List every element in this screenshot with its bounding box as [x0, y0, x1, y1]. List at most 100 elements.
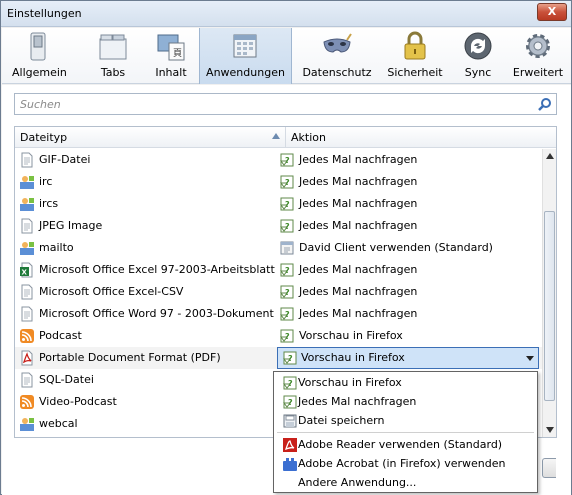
- action-cell: ? Jedes Mal nachfragen: [279, 281, 541, 303]
- menu-item-other-application[interactable]: Andere Anwendung...: [274, 473, 537, 492]
- column-header-action[interactable]: Aktion: [291, 131, 326, 144]
- tab-label: Sync: [464, 66, 492, 79]
- menu-separator: [277, 432, 534, 433]
- ask-icon: ?: [283, 395, 297, 409]
- svg-text:?: ?: [285, 332, 290, 341]
- scroll-down-icon[interactable]: [546, 427, 554, 433]
- table-row[interactable]: Podcast ? Vorschau in Firefox: [15, 325, 542, 347]
- ask-icon: ?: [280, 285, 294, 299]
- table-row[interactable]: ircs ? Jedes Mal nachfragen: [15, 193, 542, 215]
- menu-item-always-ask[interactable]: ? Jedes Mal nachfragen: [274, 392, 537, 411]
- menu-item-label: Andere Anwendung...: [298, 476, 417, 489]
- table-row-selected[interactable]: Portable Document Format (PDF) ? Vorscha…: [15, 347, 542, 369]
- column-divider[interactable]: [285, 127, 286, 148]
- action-cell: ? Jedes Mal nachfragen: [279, 171, 541, 193]
- mask-icon: [323, 33, 352, 53]
- table-row[interactable]: Microsoft Office Excel-CSV ? Jedes Mal n…: [15, 281, 542, 303]
- menu-item-adobe-reader[interactable]: Adobe Reader verwenden (Standard): [274, 435, 537, 454]
- menu-item-preview-firefox[interactable]: ? Vorschau in Firefox: [274, 373, 537, 392]
- table-row[interactable]: X Microsoft Office Excel 97-2003-Arbeits…: [15, 259, 542, 281]
- type-label: Microsoft Office Excel 97-2003-Arbeitsbl…: [39, 263, 275, 276]
- dialog-button[interactable]: [542, 458, 556, 478]
- type-cell: Microsoft Office Excel-CSV: [19, 281, 281, 303]
- rss-icon: [20, 395, 34, 409]
- tab-label: Tabs: [100, 66, 126, 79]
- menu-item-label: Jedes Mal nachfragen: [298, 395, 417, 408]
- table-row[interactable]: irc ? Jedes Mal nachfragen: [15, 171, 542, 193]
- save-icon: [283, 414, 297, 428]
- close-button[interactable]: X: [537, 3, 567, 21]
- vertical-scrollbar[interactable]: [542, 149, 556, 437]
- svg-text:X: X: [22, 269, 28, 277]
- search-input[interactable]: Suchen: [14, 93, 557, 115]
- table-row[interactable]: JPEG Image ? Jedes Mal nachfragen: [15, 215, 542, 237]
- svg-text:?: ?: [285, 222, 290, 231]
- pdf-icon: [21, 350, 33, 366]
- plugin-icon: [283, 458, 297, 471]
- app-icon: [280, 241, 294, 255]
- svg-text:?: ?: [285, 156, 290, 165]
- sort-ascending-icon: [272, 133, 280, 139]
- tab-erweitert[interactable]: Erweitert: [509, 28, 567, 84]
- ask-icon: ?: [280, 263, 294, 277]
- svg-text:?: ?: [285, 310, 290, 319]
- list-header: Dateityp Aktion: [15, 127, 556, 148]
- file-icon: [21, 218, 33, 234]
- table-row[interactable]: Microsoft Office Word 97 - 2003-Dokument…: [15, 303, 542, 325]
- menu-item-adobe-acrobat[interactable]: Adobe Acrobat (in Firefox) verwenden: [274, 454, 537, 473]
- type-cell: webcal: [19, 413, 281, 435]
- tab-allgemein[interactable]: Allgemein: [12, 28, 67, 84]
- ask-icon: ?: [280, 219, 294, 233]
- type-label: mailto: [39, 241, 74, 254]
- table-row[interactable]: GIF-Datei ? Jedes Mal nachfragen: [15, 149, 542, 171]
- sync-icon: [464, 32, 492, 60]
- menu-item-save-file[interactable]: Datei speichern: [274, 411, 537, 430]
- tabs-icon: [99, 34, 127, 60]
- scroll-up-icon[interactable]: [546, 153, 554, 159]
- type-cell: X Microsoft Office Excel 97-2003-Arbeits…: [19, 259, 281, 281]
- svg-text:?: ?: [285, 266, 290, 275]
- column-header-type[interactable]: Dateityp: [20, 131, 67, 144]
- tab-label: Inhalt: [155, 66, 187, 79]
- action-cell: ? Jedes Mal nachfragen: [279, 193, 541, 215]
- action-label: Jedes Mal nachfragen: [299, 175, 418, 188]
- action-select[interactable]: ? Vorschau in Firefox: [277, 347, 539, 369]
- chat-icon: [20, 176, 34, 189]
- svg-text:頁: 頁: [173, 48, 182, 59]
- type-label: Video-Podcast: [39, 395, 117, 408]
- tab-sync[interactable]: Sync: [457, 28, 499, 84]
- type-label: Microsoft Office Excel-CSV: [39, 285, 184, 298]
- menu-item-label: Datei speichern: [298, 414, 385, 427]
- gear-icon: [526, 34, 550, 58]
- tab-label: Erweitert: [512, 66, 564, 79]
- ask-icon: ?: [280, 175, 294, 189]
- svg-text:?: ?: [285, 178, 290, 187]
- search-icon[interactable]: [538, 97, 552, 111]
- ask-icon: ?: [280, 307, 294, 321]
- action-label: Jedes Mal nachfragen: [299, 153, 418, 166]
- action-cell: David Client verwenden (Standard): [279, 237, 541, 259]
- type-label: irc: [39, 175, 53, 188]
- tab-tabs[interactable]: Tabs: [90, 28, 136, 84]
- action-label: David Client verwenden (Standard): [299, 241, 493, 254]
- tab-datenschutz[interactable]: Datenschutz: [300, 28, 374, 84]
- tab-inhalt[interactable]: 頁 Inhalt: [148, 28, 194, 84]
- type-label: Podcast: [39, 329, 82, 342]
- svg-text:?: ?: [288, 379, 293, 388]
- action-cell: ? Jedes Mal nachfragen: [279, 303, 541, 325]
- padlock-icon: [404, 31, 426, 60]
- file-icon: [21, 152, 33, 168]
- type-label: Portable Document Format (PDF): [39, 351, 221, 364]
- tab-sicherheit[interactable]: Sicherheit: [384, 28, 446, 84]
- tab-label: Allgemein: [12, 66, 67, 79]
- ask-icon: ?: [283, 351, 297, 365]
- tab-anwendungen[interactable]: Anwendungen: [199, 28, 292, 84]
- type-cell: GIF-Datei: [19, 149, 281, 171]
- scrollbar-thumb[interactable]: [544, 211, 555, 401]
- title-bar[interactable]: Einstellungen X: [1, 1, 571, 27]
- action-label: Jedes Mal nachfragen: [299, 197, 418, 210]
- action-cell: ? Jedes Mal nachfragen: [279, 149, 541, 171]
- table-row[interactable]: mailto David Client verwenden (Standard): [15, 237, 542, 259]
- tab-label: Datenschutz: [302, 66, 372, 79]
- chevron-down-icon: [526, 356, 534, 361]
